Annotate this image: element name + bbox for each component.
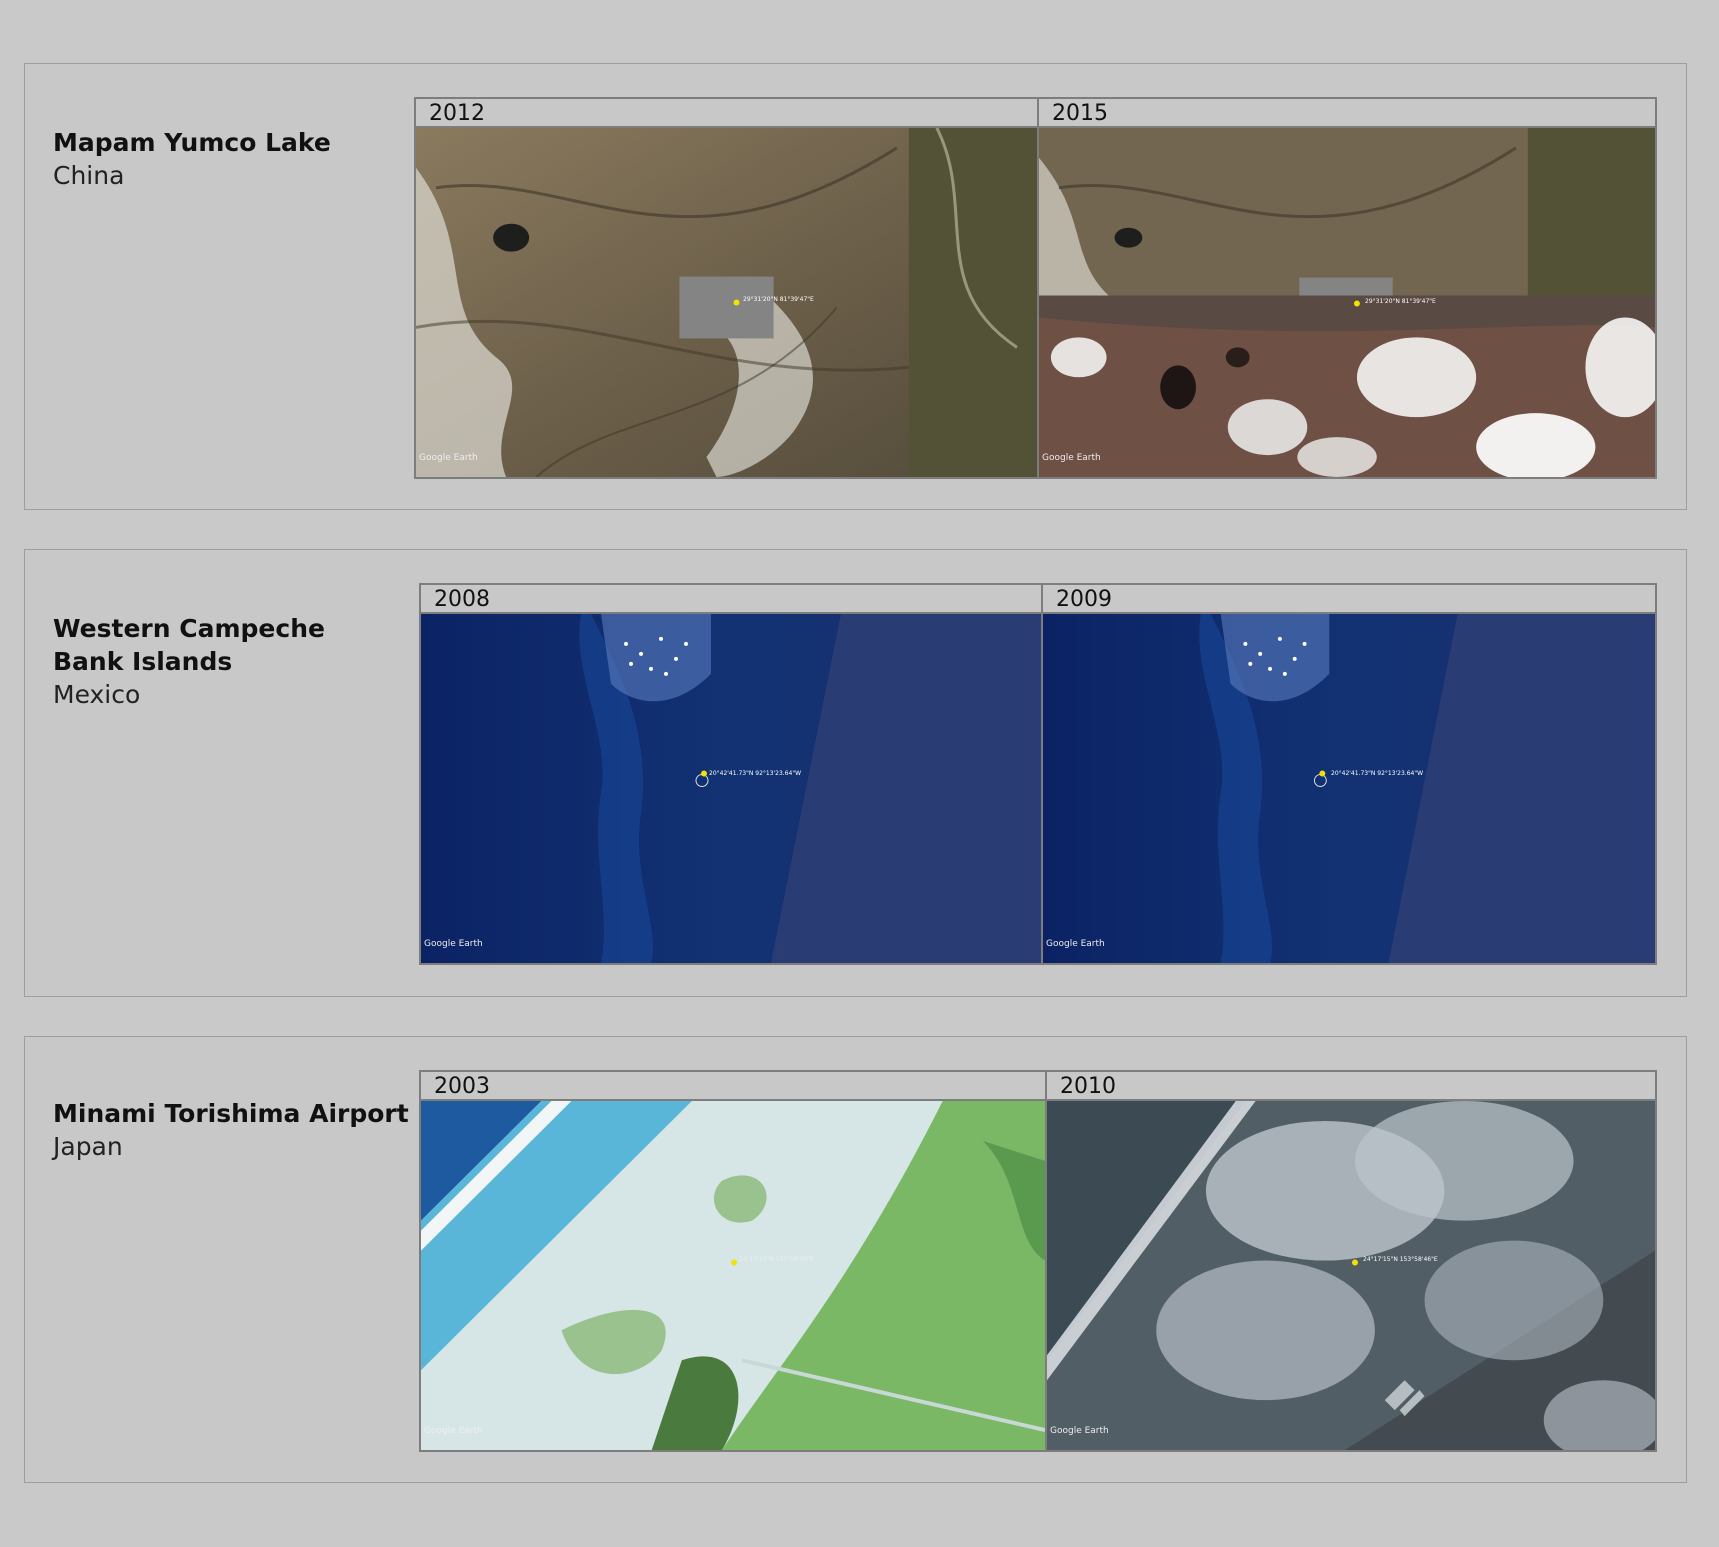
satellite-image[interactable]: 24°17'15"N 153°58'46"E Google Earth	[421, 1101, 1045, 1450]
site-label: Western Campeche Bank Islands Mexico	[53, 612, 333, 711]
coordinate-overlay: 20°42'41.73"N 92°13'23.64"W	[1331, 770, 1424, 777]
year-label: 2009	[1043, 585, 1655, 614]
panel-after: 2009 20°42'41.73"N 92°13'23.64"W Google …	[1041, 585, 1655, 963]
google-earth-watermark: Google Earth	[1046, 939, 1105, 949]
site-title: Western Campeche Bank Islands	[53, 614, 325, 676]
site-label: Minami Torishima Airport Japan	[53, 1097, 413, 1163]
site-card-campeche: Western Campeche Bank Islands Mexico 200…	[24, 549, 1687, 997]
site-label: Mapam Yumco Lake China	[53, 126, 383, 192]
site-country: Mexico	[53, 680, 141, 709]
coordinate-overlay: 24°17'15"N 153°58'46"E	[1363, 1256, 1438, 1263]
satellite-image[interactable]: 29°31'20"N 81°39'47"E Google Earth	[416, 128, 1037, 477]
google-earth-watermark: Google Earth	[1050, 1426, 1109, 1436]
year-label: 2012	[416, 99, 1037, 128]
satellite-image[interactable]: 20°42'41.73"N 92°13'23.64"W Google Earth	[1043, 614, 1655, 963]
year-label: 2015	[1039, 99, 1655, 128]
satellite-image[interactable]: 24°17'15"N 153°58'46"E Google Earth	[1047, 1101, 1655, 1450]
site-title: Minami Torishima Airport	[53, 1099, 409, 1128]
google-earth-watermark: Google Earth	[424, 1426, 483, 1436]
site-title: Mapam Yumco Lake	[53, 128, 331, 157]
coordinate-overlay: 29°31'20"N 81°39'47"E	[1365, 298, 1436, 305]
site-country: China	[53, 161, 125, 190]
image-comparison: 2003 24°17'15"N 153°58'46"E Google Earth…	[419, 1070, 1657, 1452]
panel-after: 2015 29°31'20"N 81°39'47"E Google Earth	[1037, 99, 1655, 477]
coordinate-overlay: 24°17'15"N 153°58'46"E	[739, 1256, 814, 1263]
panel-before: 2008 20°42'41.73"N 92°13'23.64"W Google …	[421, 585, 1041, 963]
image-comparison: 2012 29°31'20"N 81°39'47"E Google Earth …	[414, 97, 1657, 479]
image-comparison: 2008 20°42'41.73"N 92°13'23.64"W Google …	[419, 583, 1657, 965]
google-earth-watermark: Google Earth	[1042, 453, 1101, 463]
panel-before: 2003 24°17'15"N 153°58'46"E Google Earth	[421, 1072, 1045, 1450]
year-label: 2003	[421, 1072, 1045, 1101]
year-label: 2010	[1047, 1072, 1655, 1101]
year-label: 2008	[421, 585, 1041, 614]
site-card-mapam-yumco: Mapam Yumco Lake China 2012 29°31'20"N 8…	[24, 63, 1687, 510]
panel-after: 2010 24°17'15"N 153°58'46"E Google Earth	[1045, 1072, 1655, 1450]
panel-before: 2012 29°31'20"N 81°39'47"E Google Earth	[416, 99, 1037, 477]
google-earth-watermark: Google Earth	[419, 453, 478, 463]
satellite-image[interactable]: 29°31'20"N 81°39'47"E Google Earth	[1039, 128, 1655, 477]
coordinate-overlay: 20°42'41.73"N 92°13'23.64"W	[709, 770, 802, 777]
satellite-image[interactable]: 20°42'41.73"N 92°13'23.64"W Google Earth	[421, 614, 1041, 963]
coordinate-overlay: 29°31'20"N 81°39'47"E	[743, 296, 814, 303]
google-earth-watermark: Google Earth	[424, 939, 483, 949]
site-country: Japan	[53, 1132, 123, 1161]
site-card-minami-torishima: Minami Torishima Airport Japan 2003 24°1…	[24, 1036, 1687, 1483]
